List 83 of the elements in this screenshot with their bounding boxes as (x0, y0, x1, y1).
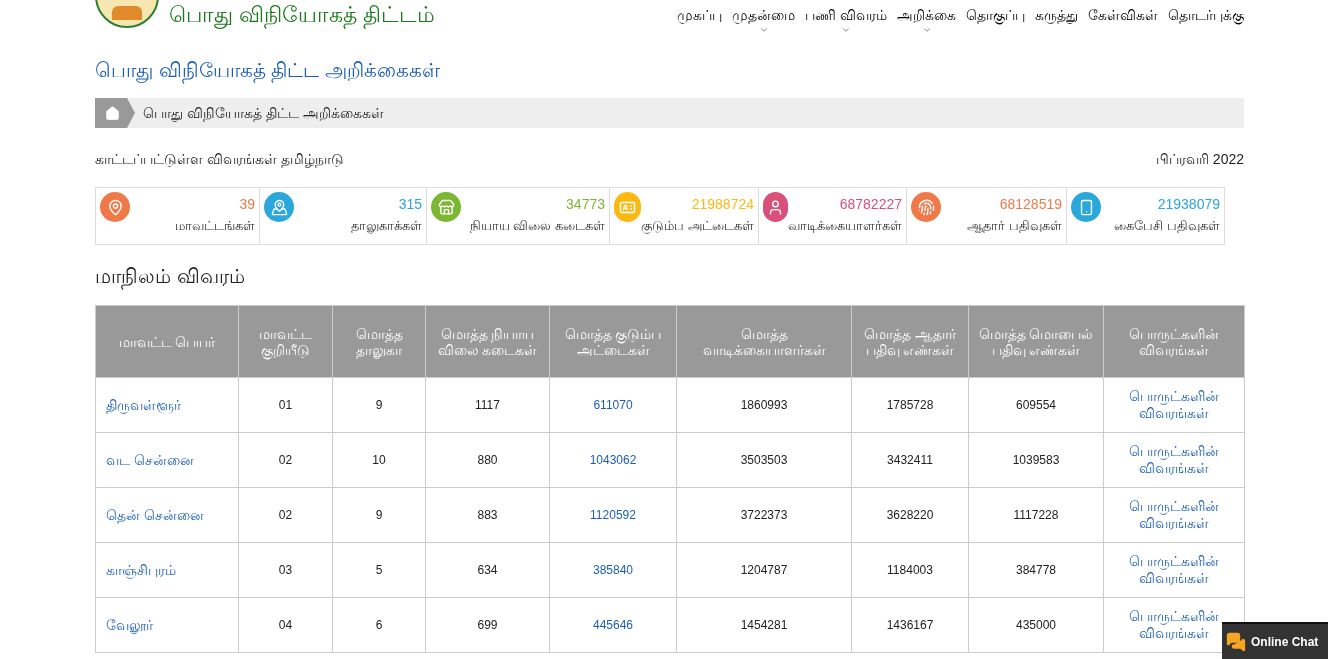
table-link[interactable]: வட சென்னை (106, 451, 194, 468)
page-title: பொது விநியோகத் திட்ட அறிக்கைகள் (95, 55, 1244, 85)
table-cell: 384778 (1015, 563, 1056, 577)
home-icon (105, 105, 120, 121)
table-link[interactable]: வேலூர் (106, 616, 153, 633)
table-cell: 634 (477, 563, 498, 577)
stat-label: வாடிக்கையாளர்கள் (788, 217, 902, 235)
table-cell: 3432411 (887, 453, 933, 467)
site-title: பொது விநியோகத் திட்டம் (169, 1, 436, 30)
stat-value: 34773 (566, 195, 605, 214)
table-cell[interactable]: 611070 (593, 398, 633, 412)
column-header: மொத்த நியாய விலை கடைகள் (425, 305, 550, 378)
online-chat-button[interactable]: Online Chat (1222, 622, 1328, 659)
table-cell[interactable]: 445646 (592, 618, 633, 632)
stat-label: குடும்ப அட்டைகள் (641, 217, 754, 236)
table-cell: 699 (477, 618, 498, 632)
stat-value: 39 (239, 195, 255, 214)
table-link[interactable]: திருவள்ளூர் (106, 396, 181, 413)
info-text: காட்டப்பட்டுள்ள விவரங்கள் தமிழ்நாடு (95, 150, 344, 170)
table-cell: 9 (375, 398, 383, 412)
nav-link[interactable]: கருத்து (1035, 5, 1078, 35)
nav-link[interactable]: கேள்விகள் (1088, 5, 1158, 35)
table-cell: 04 (278, 618, 293, 632)
nav-link[interactable]: தொகுப்பு (966, 5, 1025, 35)
table-cell: 435000 (1015, 618, 1056, 632)
table-cell: 880 (477, 453, 498, 467)
table-cell: 5 (375, 563, 383, 577)
column-header: மொத்த வாடிக்கையாளர்கள் (676, 305, 852, 378)
table-cell: 3722373 (740, 508, 788, 522)
column-header: மொத்த மொபைல் பதிவு எண்கள் (968, 305, 1104, 378)
stat-label: நியாய விலை கடைகள் (469, 217, 605, 235)
table-cell: 1436167 (886, 618, 934, 632)
stat-label: ஆதார் பதிவுகள் (967, 217, 1062, 235)
chevron-down-icon (921, 25, 932, 35)
table-cell: 10 (372, 453, 386, 467)
table-cell: 9 (375, 508, 383, 522)
column-header: பொருட்களின் விவரங்கள் (1103, 305, 1245, 378)
nav-link[interactable]: பணி விவரம் (805, 5, 887, 35)
column-header: மாவட்ட பெயர் (95, 305, 239, 378)
column-header: மாவட்ட குறியீடு (238, 305, 333, 378)
table-cell: 1785728 (886, 398, 934, 412)
stat-value: 315 (398, 195, 422, 214)
table-cell: 03 (278, 563, 293, 577)
table-cell: 1454281 (740, 618, 788, 632)
table-link[interactable]: காஞ்சிபுரம் (106, 561, 176, 578)
table-cell: 1204787 (740, 563, 788, 577)
column-header: மொத்த ஆதார் பதிவு எண்கள் (851, 305, 969, 378)
table-cell: 02 (278, 508, 293, 522)
chat-bubbles-icon (1226, 631, 1246, 652)
nav-link[interactable]: முகப்பு (677, 5, 723, 35)
breadcrumb-text: பொது விநியோகத் திட்ட அறிக்கைகள் (143, 103, 384, 124)
table-cell[interactable]: 1120592 (590, 508, 636, 522)
month-text: பிப்ரவரி 2022 (1155, 150, 1244, 169)
table-cell[interactable]: 1043062 (589, 453, 637, 467)
stat-value: 21938079 (1157, 195, 1220, 214)
table-cell: 6 (375, 618, 383, 632)
stat-value: 68782227 (839, 195, 902, 214)
table-cell: 1860993 (740, 398, 788, 412)
table-cell: 1184003 (887, 563, 933, 577)
table-cell: 01 (278, 398, 293, 412)
stat-value: 68128519 (999, 195, 1062, 214)
stat-label: மாவட்டங்கள் (175, 217, 255, 235)
chevron-down-icon (758, 25, 769, 35)
chevron-down-icon (841, 25, 852, 35)
section-title: மாநிலம் விவரம் (95, 262, 1244, 290)
table-cell: 1117 (475, 398, 500, 412)
table-cell: 883 (477, 508, 498, 522)
home-breadcrumb[interactable] (95, 98, 135, 128)
table-cell: 609554 (1015, 398, 1056, 412)
stat-label: கைபேசி பதிவுகள் (1114, 217, 1220, 235)
stat-label: தாலுகாக்கள் (351, 217, 422, 236)
nav-link[interactable]: அறிக்கை (897, 5, 956, 35)
nav-link[interactable]: முதன்மை (732, 5, 796, 35)
table-cell: 1039583 (1012, 453, 1060, 467)
table-cell: 3628220 (886, 508, 934, 522)
table-cell[interactable]: 385840 (592, 563, 633, 577)
table-cell: 02 (278, 453, 293, 467)
nav-link[interactable]: தொடர்புக்கு (1168, 5, 1244, 35)
column-header: மொத்த குடும்ப அட்டைகள் (549, 305, 677, 378)
stat-value: 21988724 (691, 195, 754, 214)
column-header: மொத்த தாலுகா (332, 305, 426, 378)
table-cell: 3503503 (740, 453, 788, 467)
table-cell: 1117228 (1013, 508, 1059, 522)
